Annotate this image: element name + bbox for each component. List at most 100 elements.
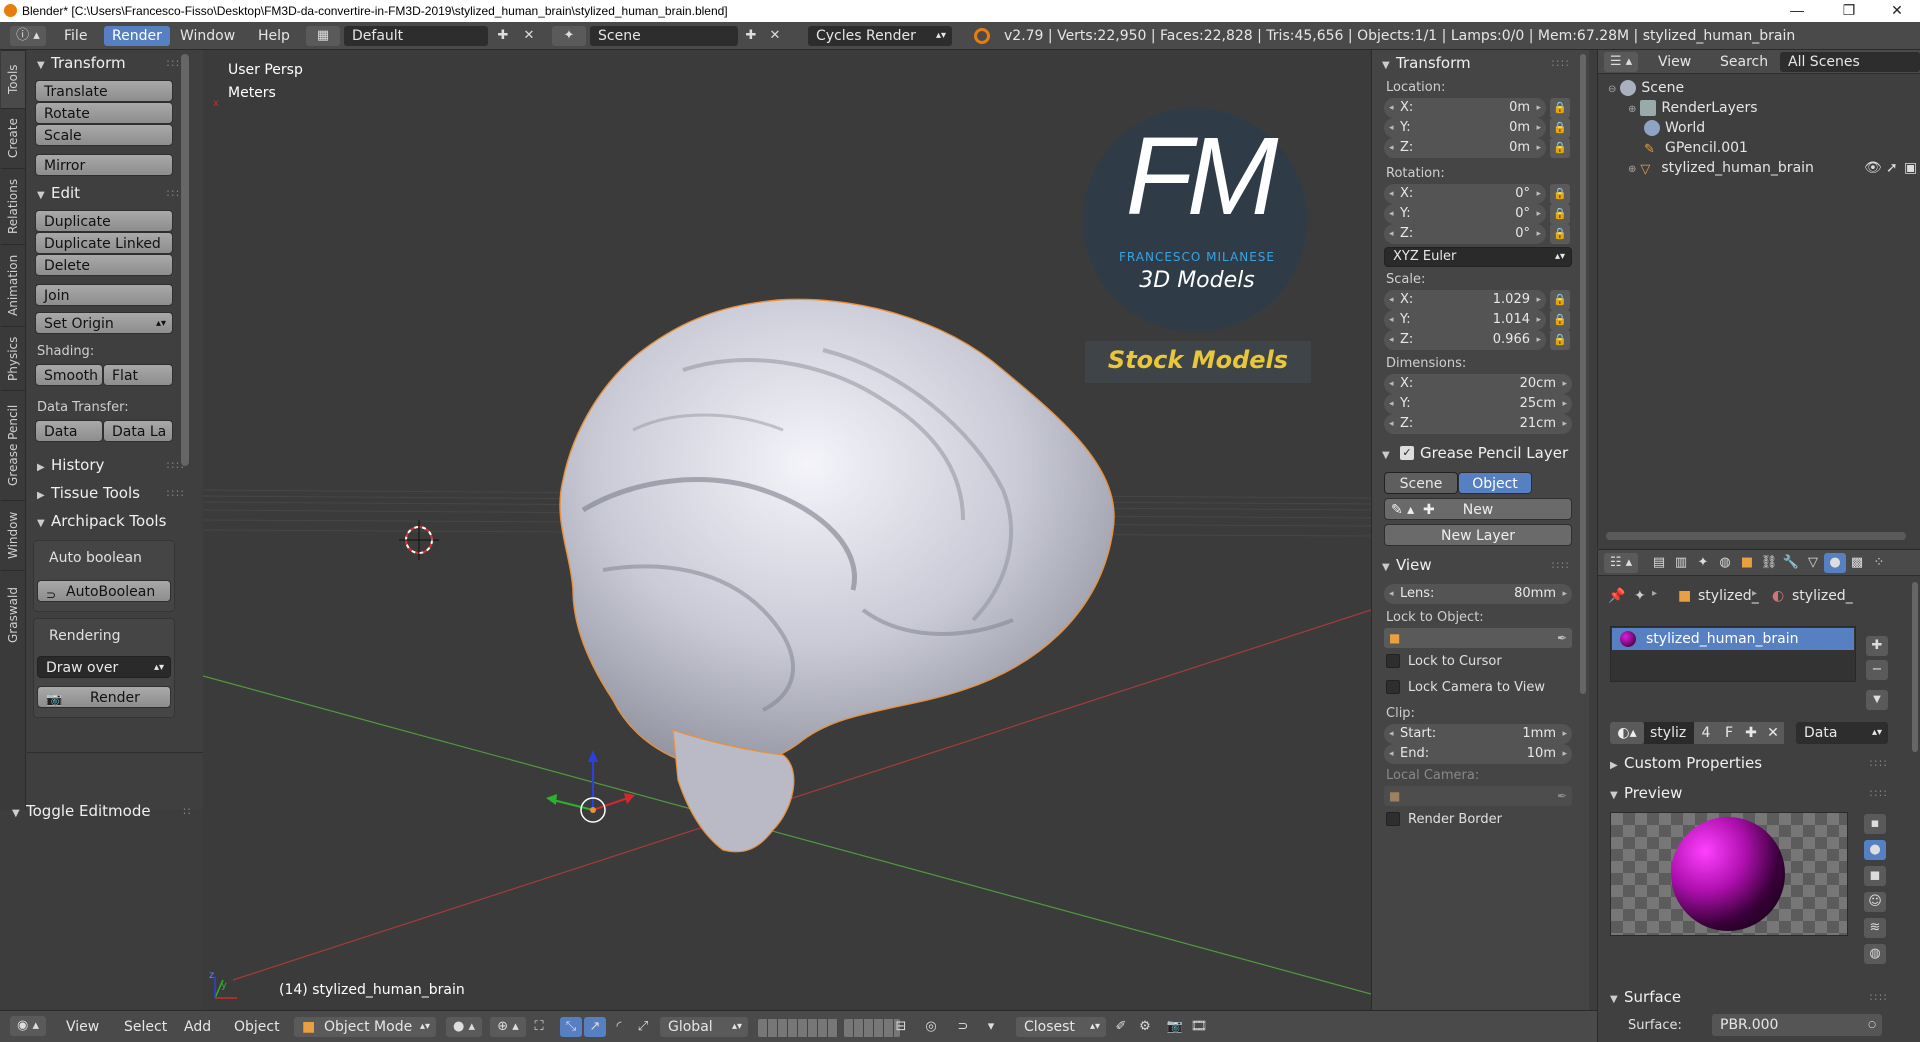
move-manip-icon[interactable]: ↗	[584, 1017, 606, 1037]
menu-help[interactable]: Help	[250, 26, 298, 46]
flat-button[interactable]: Flat	[103, 364, 173, 386]
mode-dropdown[interactable]: ■ Object Mode ▴▾	[294, 1017, 436, 1037]
editor-type-info-icon[interactable]: ⓘ ▴	[10, 26, 46, 46]
lock-icon[interactable]: 🔒	[1550, 98, 1570, 118]
toolshelf-scrollbar[interactable]	[181, 54, 189, 466]
transform-panel-header[interactable]: ▼ Transform::::	[37, 52, 197, 74]
magnet-icon[interactable]: ⊃	[952, 1017, 974, 1037]
remove-scene-icon[interactable]: ✕	[764, 26, 786, 46]
render-tab-icon[interactable]: ▤	[1648, 553, 1670, 573]
fake-user-button[interactable]: F	[1718, 722, 1740, 744]
gp-new-button[interactable]: ✎ ▴ ✚ New	[1384, 498, 1572, 520]
new-layer-button[interactable]: New Layer	[1384, 524, 1572, 546]
autoboolean-button[interactable]: ⊃ AutoBoolean	[37, 580, 171, 602]
object-tab-icon[interactable]: ■	[1736, 553, 1758, 573]
lock-icon[interactable]: 🔒	[1550, 310, 1570, 330]
scale-button[interactable]: Scale	[35, 124, 173, 146]
menu-render[interactable]: Render	[104, 26, 170, 46]
data-button[interactable]: Data	[35, 420, 103, 442]
scale-manip-icon[interactable]: ⤢	[632, 1017, 654, 1037]
snap-element-icon[interactable]: ▾	[980, 1017, 1002, 1037]
rotation-mode-dropdown[interactable]: XYZ Euler ▴▾	[1384, 247, 1572, 267]
outliner-filter-dropdown[interactable]: All Scenes	[1780, 52, 1920, 72]
snap-target-dropdown[interactable]: Closest ▴▾	[1016, 1017, 1106, 1037]
smooth-button[interactable]: Smooth	[35, 364, 103, 386]
slot-menu-icon[interactable]: ▼	[1866, 690, 1888, 710]
surface-header[interactable]: ▼ Surface::::	[1610, 986, 1900, 1008]
preview-sky-icon[interactable]: ◍	[1864, 944, 1886, 964]
new-material-icon[interactable]: ✚	[1740, 722, 1762, 744]
render-still-icon[interactable]: 📷	[1164, 1017, 1186, 1037]
mirror-button[interactable]: Mirror	[35, 154, 173, 176]
minimize-button[interactable]: —	[1774, 0, 1820, 22]
translate-manip-icon[interactable]: ⤡	[560, 1017, 582, 1037]
npanel-scrollbar[interactable]	[1580, 54, 1586, 694]
tab-relations[interactable]: Relations	[1, 168, 25, 244]
edit-panel-header[interactable]: ▼ Edit::::	[37, 182, 197, 204]
particles-tab-icon[interactable]: ⁘	[1868, 553, 1890, 573]
remove-slot-icon[interactable]: −	[1866, 660, 1888, 680]
duplicate-button[interactable]: Duplicate	[35, 210, 173, 232]
outliner-search-menu[interactable]: Search	[1720, 54, 1768, 70]
pivot-point-icon[interactable]: ⊕ ▴	[490, 1017, 526, 1037]
orientation-dropdown[interactable]: Global ▴▾	[660, 1017, 748, 1037]
tab-animation[interactable]: Animation	[1, 244, 25, 326]
tab-grease-pencil[interactable]: Grease Pencil	[1, 390, 25, 500]
data-tab-icon[interactable]: ▽	[1802, 553, 1824, 573]
renderlayers-tab-icon[interactable]: ▥	[1670, 553, 1692, 573]
rotation-x-field[interactable]: ◂ X: 0° ▸	[1384, 184, 1546, 204]
close-window-button[interactable]: ✕	[1874, 0, 1920, 22]
menu-add[interactable]: Add	[176, 1017, 219, 1037]
rotate-button[interactable]: Rotate	[35, 102, 173, 124]
lock-object-field[interactable]: ■ ✒	[1384, 628, 1572, 648]
render-border-checkbox[interactable]	[1386, 812, 1400, 826]
eyedropper-icon[interactable]: ✒	[1557, 786, 1567, 806]
material-slot-item[interactable]: stylized_human_brain	[1612, 628, 1854, 650]
outliner-item-world[interactable]: World	[1644, 118, 1705, 138]
lock-layers-icon[interactable]: ⊟	[890, 1017, 912, 1037]
3d-cursor-icon[interactable]	[399, 520, 439, 560]
lock-icon[interactable]: 🔒	[1550, 290, 1570, 310]
dimension-x-field[interactable]: ◂ X: 20cm ▸	[1384, 374, 1572, 394]
scale-x-field[interactable]: ◂ X: 1.029 ▸	[1384, 290, 1546, 310]
transform-gizmo[interactable]	[546, 750, 635, 823]
lock-icon[interactable]: 🔒	[1550, 184, 1570, 204]
preview-sphere-icon[interactable]: ●	[1864, 840, 1886, 860]
camera-icon[interactable]: ▣	[1904, 158, 1917, 178]
rotation-y-field[interactable]: ◂ Y: 0° ▸	[1384, 204, 1546, 224]
outliner-h-scrollbar[interactable]	[1606, 532, 1906, 540]
align-rotation-icon[interactable]: ✐	[1110, 1017, 1132, 1037]
menu-window[interactable]: Window	[172, 26, 243, 46]
dimension-z-field[interactable]: ◂ Z: 21cm ▸	[1384, 414, 1572, 434]
rotation-z-field[interactable]: ◂ Z: 0° ▸	[1384, 224, 1546, 244]
add-layout-icon[interactable]: ✚	[492, 26, 514, 46]
surface-shader-dropdown[interactable]: PBR.000 ○	[1712, 1014, 1882, 1036]
add-slot-icon[interactable]: ✚	[1866, 636, 1888, 656]
location-y-field[interactable]: ◂ Y: 0m ▸	[1384, 118, 1546, 138]
lens-field[interactable]: ◂ Lens: 80mm ▸	[1384, 584, 1572, 604]
eyedropper-icon[interactable]: ✒	[1557, 628, 1567, 648]
scene-tab-icon[interactable]: ✦	[1692, 553, 1714, 573]
preview-flat-icon[interactable]: ▪	[1864, 814, 1886, 834]
lock-icon[interactable]: 🔒	[1550, 118, 1570, 138]
history-panel-header[interactable]: ▶ History::::	[37, 454, 197, 476]
texture-tab-icon[interactable]: ▩	[1846, 553, 1868, 573]
lock-icon[interactable]: 🔒	[1550, 224, 1570, 244]
eye-icon[interactable]: 👁	[1864, 158, 1882, 178]
brain-mesh[interactable]	[559, 298, 1115, 853]
render-anim-icon[interactable]: 🎞	[1188, 1017, 1210, 1037]
material-browse-icon[interactable]: ◐▴	[1610, 722, 1644, 744]
render-button[interactable]: 📷 Render	[37, 686, 171, 708]
lock-icon[interactable]: 🔒	[1550, 204, 1570, 224]
set-origin-dropdown[interactable]: Set Origin ▴▾	[35, 312, 173, 334]
viewport-shading-icon[interactable]: ● ▴	[446, 1017, 482, 1037]
scale-y-field[interactable]: ◂ Y: 1.014 ▸	[1384, 310, 1546, 330]
lock-icon[interactable]: 🔒	[1550, 138, 1570, 158]
location-z-field[interactable]: ◂ Z: 0m ▸	[1384, 138, 1546, 158]
dimension-y-field[interactable]: ◂ Y: 25cm ▸	[1384, 394, 1572, 414]
lock-to-cursor-checkbox[interactable]	[1386, 654, 1400, 668]
outliner-item-renderlayers[interactable]: ⊕ RenderLayers	[1628, 98, 1758, 118]
preview-cube-icon[interactable]: ◼	[1864, 866, 1886, 886]
project-icon[interactable]: ⚙	[1134, 1017, 1156, 1037]
gp-scene-button[interactable]: Scene	[1384, 472, 1458, 494]
